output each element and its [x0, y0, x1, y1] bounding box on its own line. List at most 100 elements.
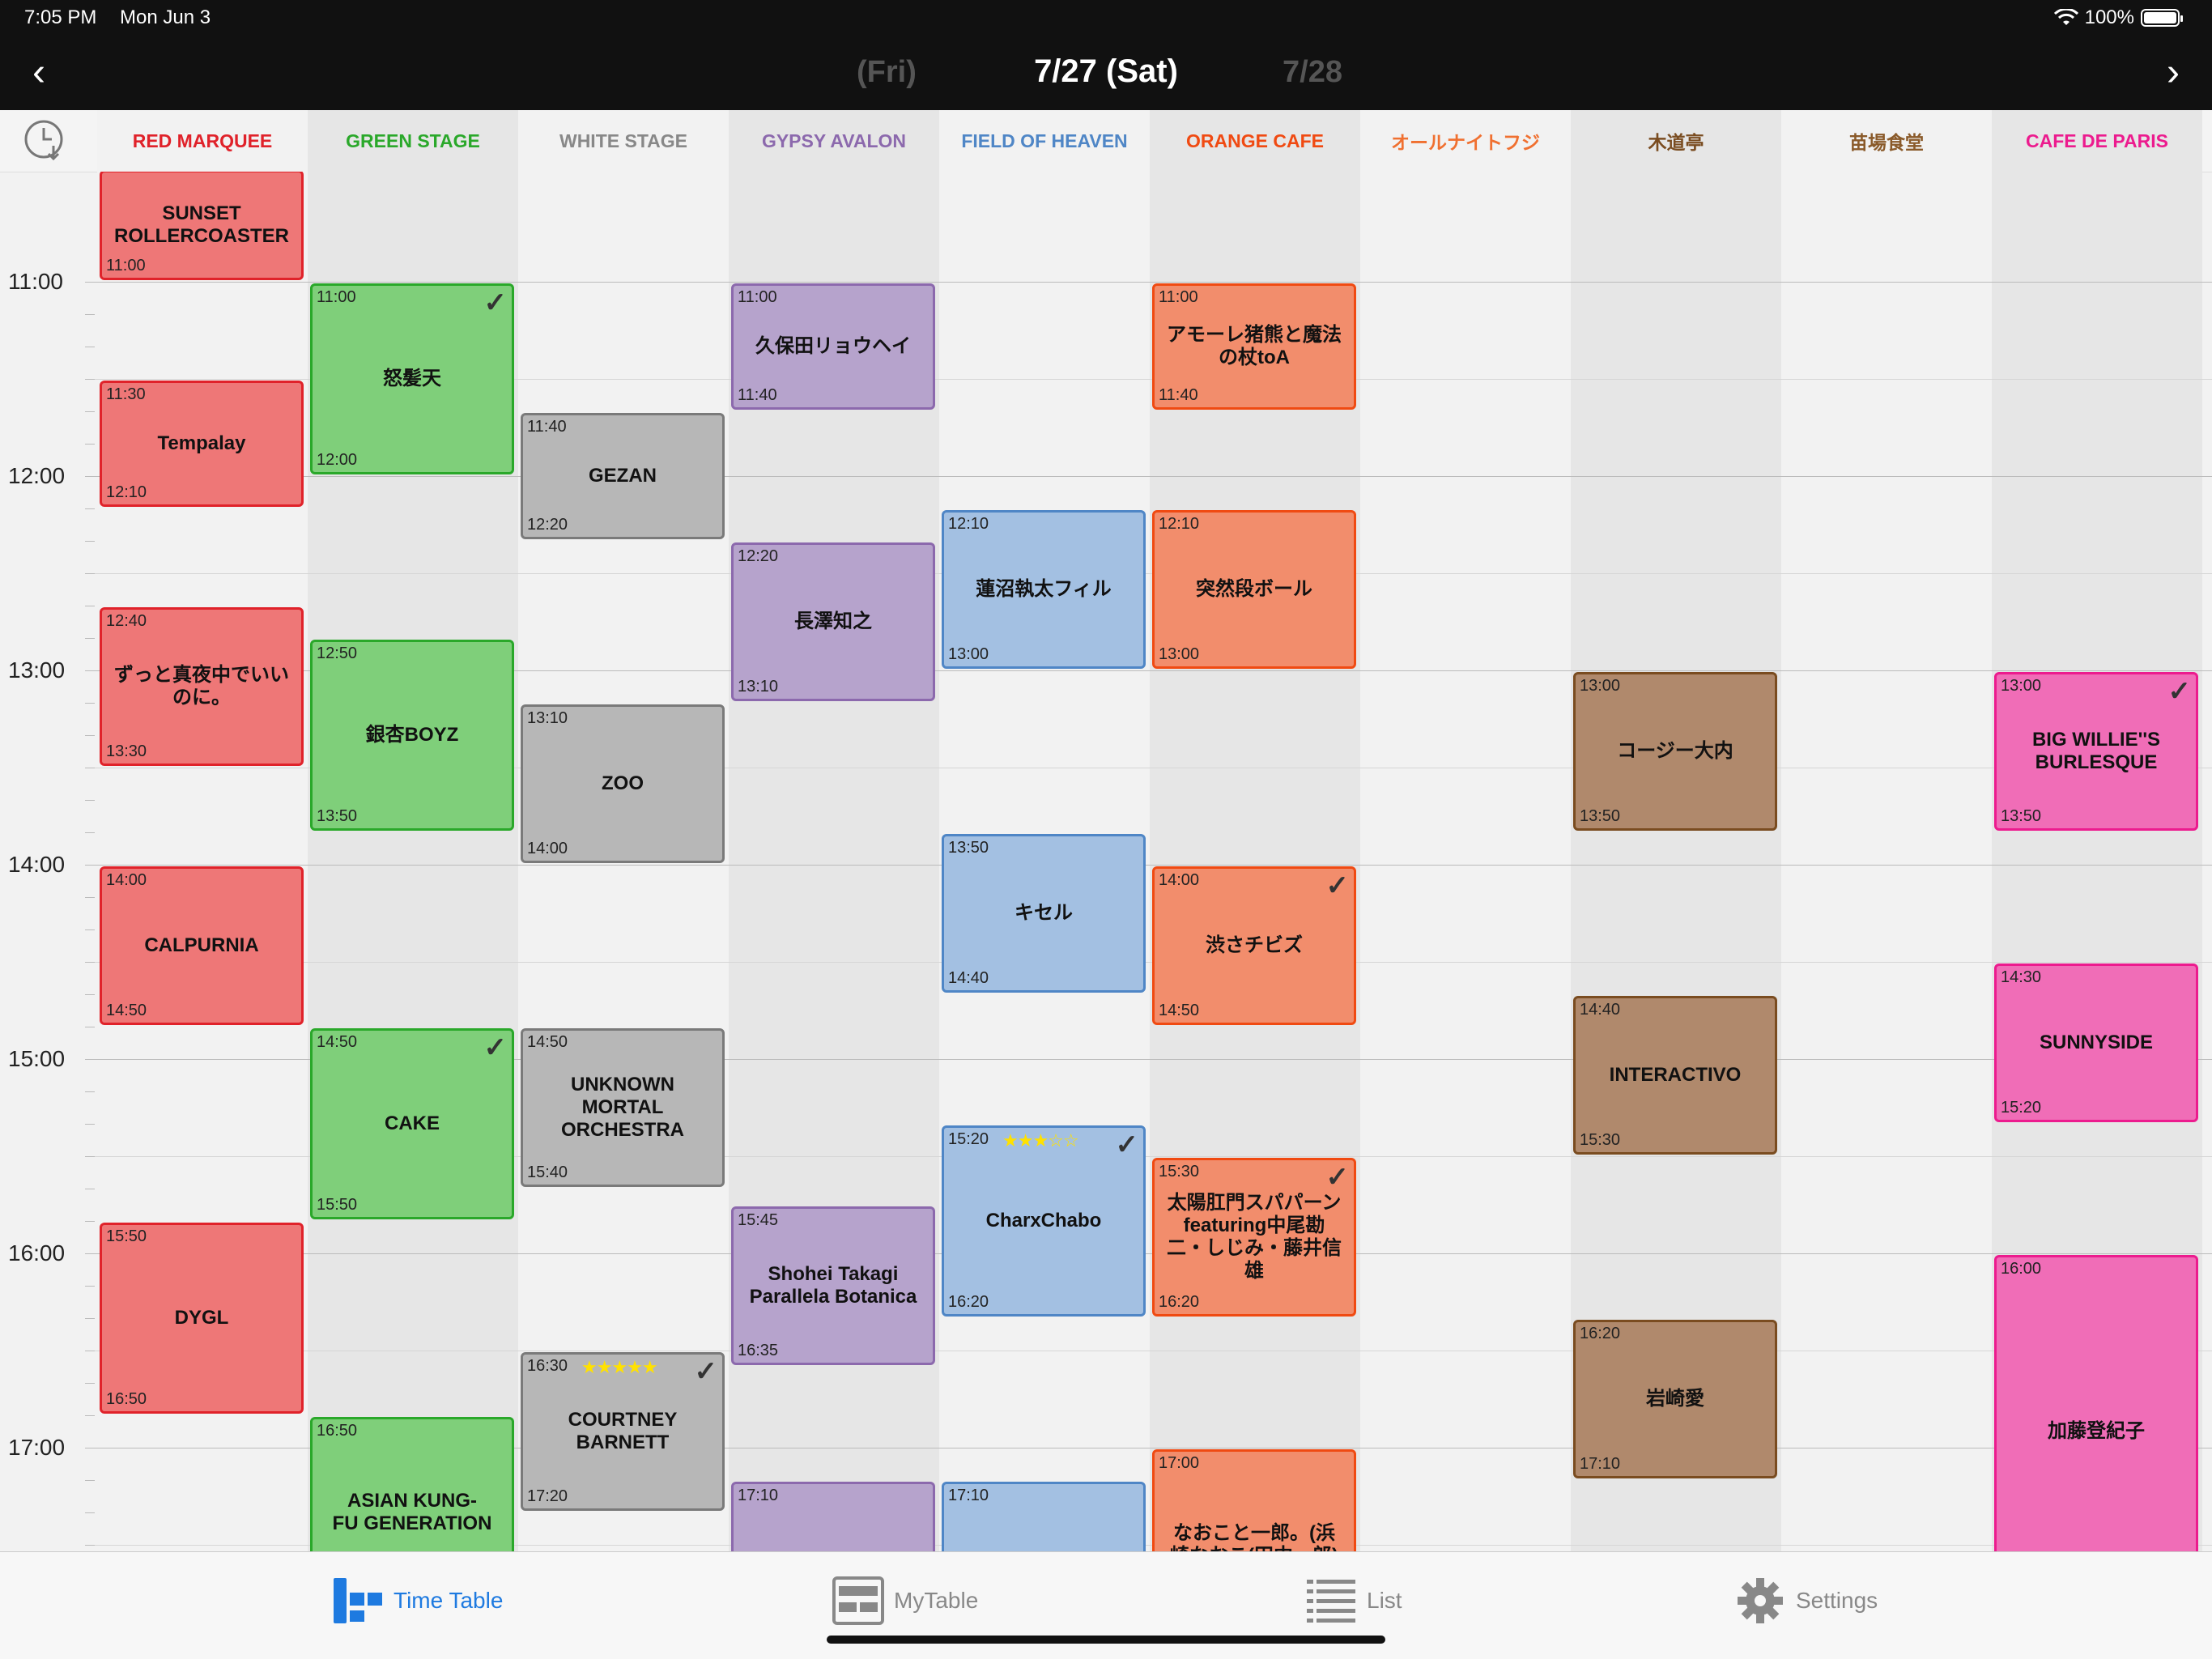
event-start-time: 17:00	[1159, 1454, 1200, 1472]
current-day-title: 7/27 (Sat)	[1034, 53, 1178, 89]
ten-minute-tick	[85, 411, 95, 412]
event-end-time: 13:50	[2001, 807, 2042, 825]
hour-line	[85, 865, 2212, 866]
tab-list[interactable]: List	[1305, 1576, 1402, 1625]
event-block[interactable]: 13:00 ✓ BIG WILLIE''S BURLESQUE 13:50	[1994, 672, 2198, 831]
event-artist-name: GEZAN	[589, 465, 657, 487]
status-right: 100%	[2053, 6, 2183, 29]
event-end-time: 16:50	[106, 1390, 147, 1408]
event-block[interactable]: 14:50 UNKNOWN MORTAL ORCHESTRA 15:40	[521, 1028, 725, 1187]
ten-minute-tick	[85, 1221, 95, 1222]
home-indicator	[827, 1636, 1385, 1644]
tab-settings[interactable]: Settings	[1734, 1576, 1878, 1625]
event-block[interactable]: 11:00 アモーレ猪熊と魔法 の杖toA 11:40	[1152, 283, 1356, 410]
event-end-time: 13:10	[738, 678, 779, 696]
event-block[interactable]: 15:45 Shohei Takagi Parallela Botanica 16:3…	[731, 1206, 935, 1365]
ten-minute-tick	[85, 1383, 95, 1384]
event-start-time: 11:00	[738, 288, 777, 306]
event-block[interactable]: 17:10	[731, 1482, 935, 1551]
event-start-time: 13:00	[2001, 677, 2042, 695]
stage-header: CAFE DE PARIS	[1992, 110, 2202, 172]
event-block[interactable]: 14:00 ✓ 渋さチビズ 14:50	[1152, 866, 1356, 1025]
event-block[interactable]: 12:20 長澤知之 13:10	[731, 542, 935, 701]
hour-label: 13:00	[8, 657, 66, 683]
timetable-grid[interactable]: 11:00 12:00 13:00 14:00 15:00 16:00 17:00 SUNS…	[0, 172, 2212, 1551]
event-start-time: 17:10	[738, 1487, 779, 1504]
checkmark-icon: ✓	[2167, 676, 2192, 707]
event-block[interactable]: 15:20 ★★★☆☆ ✓ CharxChabo 16:20	[942, 1125, 1146, 1317]
event-end-time: 15:50	[317, 1196, 358, 1214]
stage-header: ORANGE CAFE	[1150, 110, 1360, 172]
event-start-time: 14:30	[2001, 968, 2042, 986]
event-block[interactable]: 12:10 蓮沼執太フィル 13:00	[942, 510, 1146, 669]
event-block[interactable]: 11:00 ✓ 怒髪天 12:00	[310, 283, 514, 474]
event-artist-name: 加藤登紀子	[2048, 1420, 2145, 1442]
event-block[interactable]: 13:00 コージー大内 13:50	[1573, 672, 1777, 831]
wifi-icon	[2053, 9, 2078, 25]
ten-minute-tick	[85, 1156, 95, 1157]
event-artist-name: アモーレ猪熊と魔法 の杖toA	[1167, 324, 1342, 368]
event-start-time: 14:50	[527, 1033, 568, 1051]
event-start-time: 16:20	[1580, 1325, 1621, 1342]
checkmark-icon: ✓	[1325, 1162, 1350, 1193]
stage-header-row: RED MARQUEE GREEN STAGE WHITE STAGE GYPSY A…	[0, 110, 2212, 172]
event-block[interactable]: 12:50 銀杏BOYZ 13:50	[310, 640, 514, 831]
event-block[interactable]: 11:40 GEZAN 12:20	[521, 413, 725, 539]
event-end-time: 14:40	[948, 969, 989, 987]
list-icon	[1307, 1580, 1355, 1623]
event-block[interactable]: 16:30 ★★★★★ ✓ COURTNEY BARNETT 17:20	[521, 1352, 725, 1511]
next-day-label[interactable]: 7/28	[1283, 55, 1342, 90]
event-block[interactable]: 16:00 加藤登紀子	[1994, 1255, 2198, 1551]
event-block[interactable]: 12:40 ずっと真夜中でいい のに。 13:30	[100, 607, 304, 766]
gear-icon	[1738, 1578, 1783, 1623]
hour-label: 14:00	[8, 852, 66, 877]
event-artist-name: 蓮沼執太フィル	[976, 578, 1112, 600]
ten-minute-tick	[85, 314, 95, 315]
stage-header: FIELD OF HEAVEN	[939, 110, 1150, 172]
half-hour-line	[85, 962, 2212, 963]
event-block[interactable]: 17:10	[942, 1482, 1146, 1551]
event-start-time: 11:40	[527, 418, 567, 436]
hour-line	[85, 282, 2212, 283]
event-block[interactable]: 14:00 CALPURNIA 14:50	[100, 866, 304, 1025]
event-artist-name: CALPURNIA	[144, 934, 259, 956]
event-block[interactable]: 13:50 キセル 14:40	[942, 834, 1146, 993]
ten-minute-tick	[85, 1545, 95, 1546]
event-start-time: 15:50	[106, 1227, 147, 1245]
event-block[interactable]: 15:30 ✓ 太陽肛門スパパーン featuring中尾勘 二・しじみ・藤井信雄 16:…	[1152, 1158, 1356, 1317]
event-artist-name: コージー大内	[1617, 740, 1733, 762]
hour-label: 11:00	[8, 269, 63, 294]
tab-mytable[interactable]: MyTable	[832, 1576, 978, 1625]
event-block[interactable]: 12:10 突然段ボール 13:00	[1152, 510, 1356, 669]
event-block[interactable]: 16:50 ASIAN KUNG- FU GENERATION	[310, 1417, 514, 1551]
ten-minute-tick	[85, 1512, 95, 1513]
event-end-time: 16:20	[948, 1293, 989, 1311]
event-block[interactable]: 14:50 ✓ CAKE 15:50	[310, 1028, 514, 1219]
ten-minute-tick	[85, 703, 95, 704]
event-block[interactable]: 16:20 岩崎愛 17:10	[1573, 1320, 1777, 1478]
event-block[interactable]: SUNSET ROLLERCOASTER 11:00	[100, 172, 304, 280]
stage-header: オールナイトフジ	[1360, 110, 1571, 172]
event-block[interactable]: 14:40 INTERACTIVO 15:30	[1573, 996, 1777, 1155]
event-block[interactable]: 11:30 Tempalay 12:10	[100, 381, 304, 507]
jump-to-now-clock-icon[interactable]	[23, 118, 68, 164]
event-block[interactable]: 14:30 SUNNYSIDE 15:20	[1994, 963, 2198, 1122]
event-end-time: 14:00	[527, 840, 568, 857]
event-artist-name: SUNNYSIDE	[2039, 1032, 2154, 1053]
mytable-icon	[832, 1576, 884, 1625]
event-block[interactable]: 17:00 なおこと一郎。(浜崎なおこ(田中一郎)	[1152, 1449, 1356, 1551]
event-end-time: 13:00	[1159, 645, 1200, 663]
stage-header: GYPSY AVALON	[729, 110, 939, 172]
ten-minute-tick	[85, 1480, 95, 1481]
event-block[interactable]: 13:10 ZOO 14:00	[521, 704, 725, 863]
stage-header: 苗場食堂	[1781, 110, 1992, 172]
event-start-time: 11:30	[106, 385, 146, 403]
checkmark-icon: ✓	[1325, 870, 1350, 901]
event-block[interactable]: 11:00 久保田リョウヘイ 11:40	[731, 283, 935, 410]
status-date: Mon Jun 3	[120, 6, 211, 28]
event-start-time: 11:00	[317, 288, 356, 306]
event-start-time: 13:00	[1580, 677, 1621, 695]
tab-time-table[interactable]: Time Table	[332, 1576, 503, 1625]
event-block[interactable]: 15:50 DYGL 16:50	[100, 1223, 304, 1414]
next-day-chevron-icon[interactable]: ›	[2154, 53, 2193, 92]
